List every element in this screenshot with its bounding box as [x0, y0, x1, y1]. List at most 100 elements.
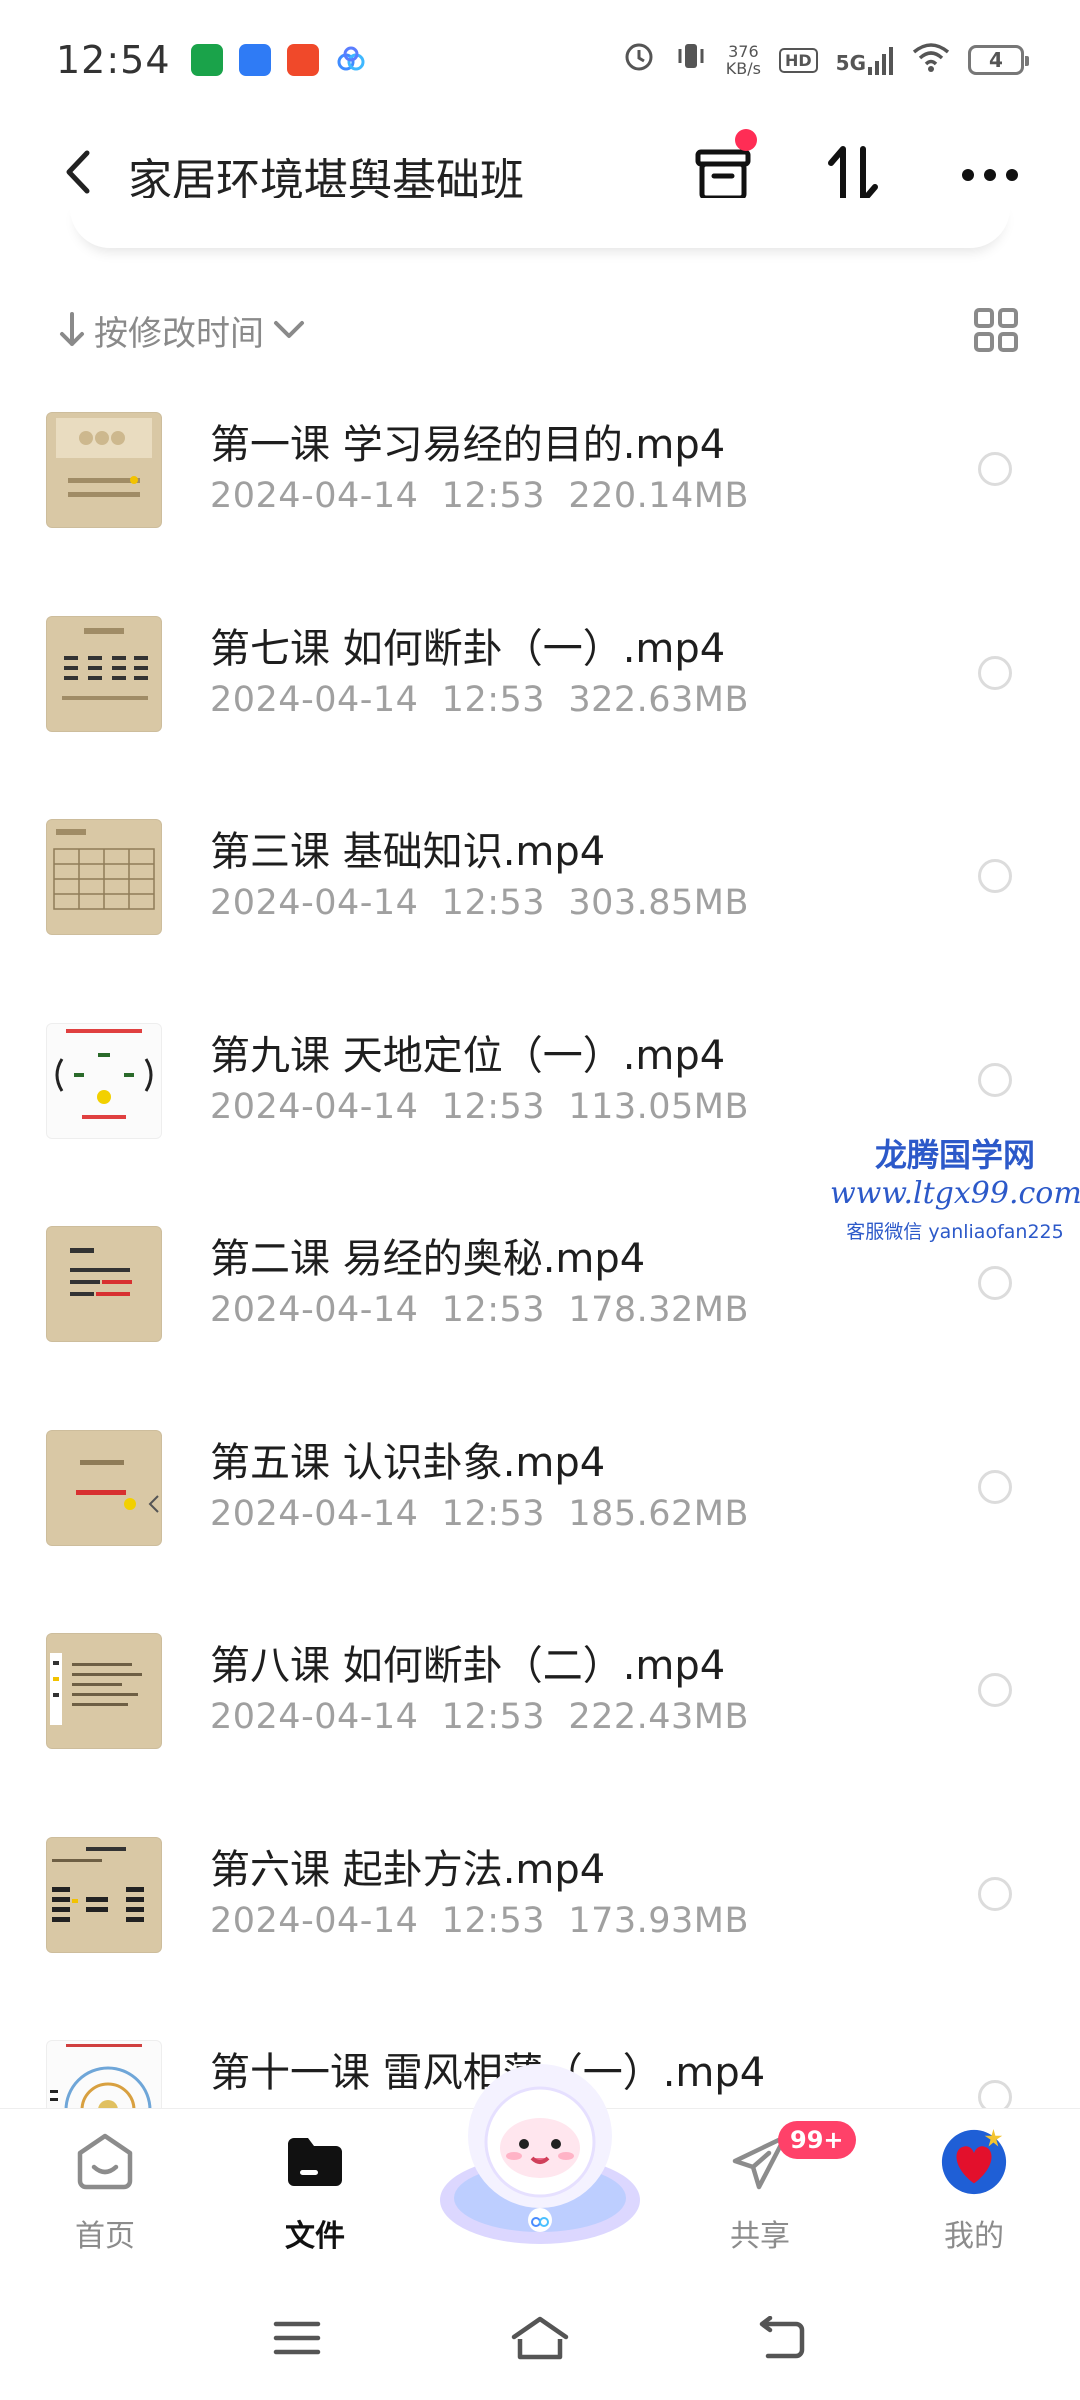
file-size: 220.14MB — [568, 476, 749, 516]
select-radio[interactable] — [978, 1469, 1012, 1504]
file-time: 12:53 — [441, 476, 546, 516]
file-name: 第五课 认识卦象.mp4 — [210, 1439, 606, 1486]
video-thumbnail — [46, 615, 162, 732]
file-size: 113.05MB — [568, 1086, 749, 1127]
file-name: 第六课 起卦方法.mp4 — [210, 1846, 606, 1893]
system-nav-bar — [0, 2280, 1080, 2400]
file-meta: 2024-04-14 12:53 178.32MB — [210, 1290, 749, 1330]
video-thumbnail — [46, 1836, 162, 1953]
file-name: 第一课 学习易经的目的.mp4 — [210, 422, 726, 468]
sort-dropdown[interactable]: 按修改时间 — [58, 306, 306, 355]
back-arrow-icon — [759, 2316, 805, 2359]
file-time: 12:53 — [441, 883, 546, 923]
network-type: 5G — [835, 51, 866, 75]
chevron-down-icon — [274, 321, 304, 338]
speed-value: 376 — [728, 42, 759, 61]
system-back-button[interactable] — [745, 2308, 815, 2368]
sort-label: 按修改时间 — [94, 313, 264, 354]
hd-indicator: HD — [778, 47, 818, 73]
mascot-assistant-button[interactable] — [430, 2050, 650, 2250]
file-row[interactable]: 第一课 学习易经的目的.mp4 2024-04-14 12:53 220.14M… — [0, 402, 1080, 606]
file-time: 12:53 — [441, 1290, 546, 1330]
more-dots-icon — [962, 169, 1018, 181]
file-date: 2024-04-14 — [210, 1493, 419, 1534]
file-name: 第三课 基础知识.mp4 — [210, 829, 606, 875]
nav-share-label: 共享 — [730, 2219, 790, 2254]
app-screen: 12:54 376 KB/s HD 5G 4 家居环境堪舆基础班 按修改时间 第… — [0, 0, 1080, 2400]
speed-unit: KB/s — [725, 59, 761, 78]
watermark-contact: 客服微信 yanliaofan225 — [846, 1221, 1064, 1243]
status-right: 376 KB/s HD 5G 4 — [622, 39, 1029, 82]
system-home-button[interactable] — [505, 2308, 575, 2368]
network-speed: 376 KB/s — [726, 43, 761, 77]
file-row[interactable]: 第三课 基础知识.mp4 2024-04-14 12:53 303.85MB — [0, 809, 1080, 1013]
file-row[interactable]: 第二课 易经的奥秘.mp4 2024-04-14 12:53 178.32MB — [0, 1216, 1080, 1420]
file-time: 12:53 — [441, 1900, 546, 1941]
nav-files[interactable]: 文件 — [235, 2127, 395, 2255]
file-time: 12:53 — [441, 679, 546, 720]
home-smile-icon — [70, 2127, 140, 2197]
select-radio[interactable] — [978, 452, 1012, 486]
status-bar: 12:54 376 KB/s HD 5G 4 — [0, 0, 1080, 120]
file-time: 12:53 — [441, 1493, 546, 1534]
select-radio[interactable] — [978, 655, 1012, 690]
back-button[interactable] — [48, 142, 108, 202]
chevron-left-icon — [66, 150, 90, 194]
file-row[interactable]: 第八课 如何断卦（二）.mp4 2024-04-14 12:53 222.43M… — [0, 1623, 1080, 1827]
select-radio[interactable] — [978, 859, 1012, 893]
nav-files-label: 文件 — [285, 2219, 345, 2254]
select-radio[interactable] — [978, 1062, 1012, 1097]
cloud-app-icon — [335, 44, 367, 76]
file-size: 303.85MB — [568, 883, 749, 923]
menu-lines-icon — [273, 2321, 321, 2355]
video-thumbnail — [46, 1429, 162, 1546]
file-meta: 2024-04-14 12:53 113.05MB — [210, 1087, 749, 1127]
signal-icon: 5G — [836, 45, 894, 75]
file-time: 12:53 — [441, 1697, 546, 1737]
header-card-edge — [70, 198, 1010, 248]
file-meta: 2024-04-14 12:53 303.85MB — [210, 883, 749, 923]
file-name: 第九课 天地定位（一）.mp4 — [210, 1032, 726, 1079]
file-meta: 2024-04-14 12:53 185.62MB — [210, 1494, 749, 1534]
file-date: 2024-04-14 — [210, 1290, 419, 1330]
video-thumbnail — [46, 1022, 162, 1139]
grid-view-button[interactable] — [970, 304, 1022, 356]
recent-apps-button[interactable] — [262, 2308, 332, 2368]
file-meta: 2024-04-14 12:53 322.63MB — [210, 680, 749, 720]
file-row[interactable]: 第七课 如何断卦（一）.mp4 2024-04-14 12:53 322.63M… — [0, 606, 1080, 810]
file-name: 第八课 如何断卦（二）.mp4 — [210, 1643, 726, 1689]
share-badge: 99+ — [778, 2121, 856, 2159]
select-radio[interactable] — [978, 1673, 1012, 1707]
file-size: 322.63MB — [568, 679, 749, 720]
file-size: 178.32MB — [568, 1290, 749, 1330]
select-radio[interactable] — [978, 1266, 1012, 1300]
file-name: 第七课 如何断卦（一）.mp4 — [210, 625, 726, 672]
file-row[interactable]: 第五课 认识卦象.mp4 2024-04-14 12:53 185.62MB — [0, 1420, 1080, 1624]
status-time: 12:54 — [56, 38, 171, 82]
file-size: 222.43MB — [568, 1697, 749, 1737]
file-date: 2024-04-14 — [210, 679, 419, 720]
folder-icon — [280, 2127, 350, 2197]
file-size: 185.62MB — [568, 1493, 749, 1534]
nav-mine-label: 我的 — [944, 2219, 1004, 2254]
arrow-down-icon — [60, 312, 84, 346]
status-app-icons — [190, 44, 367, 76]
file-date: 2024-04-14 — [210, 1900, 419, 1941]
wifi-icon — [912, 40, 950, 81]
nav-share[interactable]: 99+ 共享 — [680, 2121, 856, 2255]
watermark-url: www.ltgx99.com — [830, 1176, 1080, 1211]
app-notification-icon — [238, 44, 271, 76]
watermark: 龙腾国学网 www.ltgx99.com 客服微信 yanliaofan225 — [830, 1130, 1080, 1244]
file-row[interactable]: 第六课 起卦方法.mp4 2024-04-14 12:53 173.93MB — [0, 1827, 1080, 2031]
avatar — [939, 2127, 1009, 2197]
file-meta: 2024-04-14 12:53 173.93MB — [210, 1901, 749, 1941]
notification-dot — [735, 129, 757, 151]
grid-view-icon — [974, 308, 1018, 352]
video-thumbnail — [46, 1226, 162, 1342]
nav-home[interactable]: 首页 — [25, 2127, 185, 2255]
file-list: 第一课 学习易经的目的.mp4 2024-04-14 12:53 220.14M… — [0, 402, 1080, 2234]
select-radio[interactable] — [978, 1876, 1012, 1911]
vibrate-icon — [674, 39, 708, 82]
nav-mine[interactable]: 我的 — [894, 2127, 1054, 2255]
file-date: 2024-04-14 — [210, 1086, 419, 1127]
